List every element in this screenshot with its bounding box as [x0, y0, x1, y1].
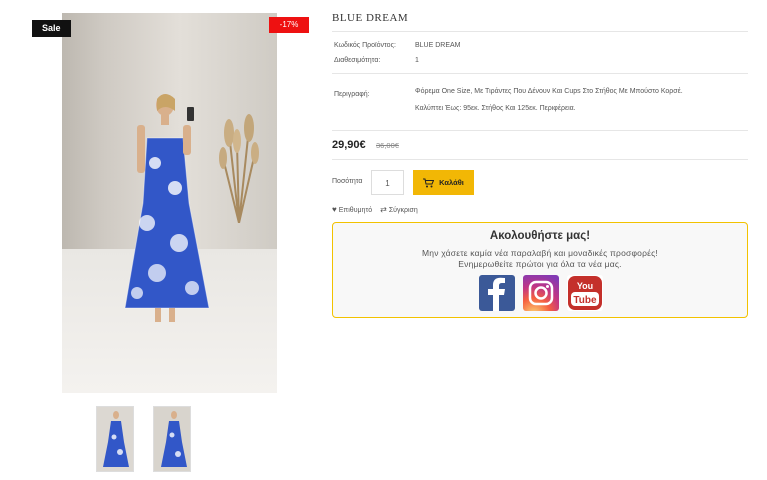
follow-us-box: Ακολουθήστε μας! Μην χάσετε καμία νέα πα…	[332, 222, 748, 318]
sale-badge: Sale	[32, 20, 71, 37]
thumbnail-1[interactable]	[96, 406, 134, 472]
old-price: 36,00€	[376, 141, 399, 150]
availability-label: Διαθεσιμότητα:	[334, 57, 381, 64]
add-to-cart-button[interactable]: Καλάθι	[413, 170, 474, 195]
quantity-input[interactable]: 1	[371, 170, 404, 195]
pampas-plant-decoration	[219, 114, 259, 223]
facebook-icon	[488, 277, 505, 311]
discount-badge: -17%	[269, 17, 309, 33]
follow-title: Ακολουθήστε μας!	[489, 230, 591, 242]
compare-label: Σύγκριση	[388, 207, 418, 214]
divider	[332, 159, 748, 160]
instagram-link[interactable]	[523, 275, 559, 311]
instagram-icon	[528, 280, 554, 306]
divider	[332, 31, 748, 32]
youtube-logo-text-tube: Tube	[573, 295, 597, 306]
follow-text-line-2: Ενημερωθείτε πρώτοι για όλα τα νέα μας.	[458, 259, 622, 269]
divider	[332, 130, 748, 131]
product-title: BLUE DREAM	[332, 12, 409, 24]
compare-link[interactable]: ⇄ Σύγκριση	[380, 205, 418, 214]
follow-text-line-1: Μην χάσετε καμία νέα παραλαβή και μοναδι…	[422, 248, 658, 258]
description-label: Περιγραφή:	[334, 91, 370, 98]
compare-icon: ⇄	[380, 205, 387, 214]
description-line-2: Καλύπτει Έως: 95εκ. Στήθος Και 125εκ. Πε…	[415, 105, 576, 112]
add-to-cart-label: Καλάθι	[439, 178, 464, 187]
description-line-1: Φόρεμα One Size, Με Τιράντες Που Δένουν …	[415, 88, 683, 95]
thumbnail-1-image	[97, 407, 133, 471]
thumbnail-2-image	[154, 407, 190, 471]
wishlist-link[interactable]: ♥ Επιθυμητό	[332, 205, 372, 214]
youtube-link[interactable]: You Tube	[567, 275, 603, 311]
youtube-icon: You Tube	[568, 276, 602, 310]
cart-icon	[423, 178, 435, 187]
wishlist-label: Επιθυμητό	[338, 207, 373, 214]
product-code-value: BLUE DREAM	[415, 42, 461, 49]
model-in-blue-dress	[124, 94, 210, 322]
current-price: 29,90€	[332, 139, 366, 151]
product-gallery: Sale -17%	[0, 0, 320, 480]
thumbnail-2[interactable]	[153, 406, 191, 472]
availability-value: 1	[415, 57, 419, 64]
heart-icon: ♥	[332, 205, 337, 214]
divider	[332, 73, 748, 74]
product-code-label: Κωδικός Προϊόντος:	[334, 42, 396, 49]
quantity-label: Ποσότητα	[332, 178, 363, 185]
facebook-link[interactable]	[479, 275, 515, 311]
product-actions: ♥ Επιθυμητό ⇄ Σύγκριση	[332, 205, 418, 214]
main-product-photo[interactable]	[62, 13, 277, 393]
youtube-logo-text-you: You	[577, 281, 593, 291]
